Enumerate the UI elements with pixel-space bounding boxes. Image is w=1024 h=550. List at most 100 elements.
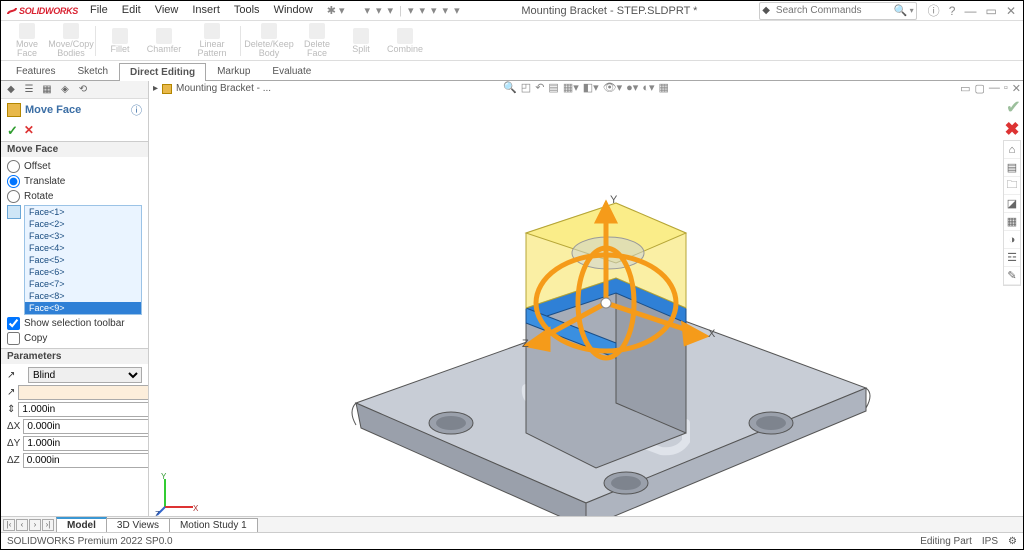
cmd-delete-body[interactable]: Delete/Keep Body bbox=[243, 23, 295, 58]
radio-rotate[interactable]: Rotate bbox=[7, 190, 142, 203]
tab-sketch[interactable]: Sketch bbox=[66, 62, 119, 80]
distance-input[interactable] bbox=[18, 402, 149, 417]
chk-copy[interactable]: Copy bbox=[7, 332, 142, 345]
status-bar: SOLIDWORKS Premium 2022 SP0.0 Editing Pa… bbox=[1, 532, 1023, 549]
save-icon[interactable]: ▾ bbox=[388, 4, 394, 17]
pm-help-icon[interactable]: ⓘ bbox=[131, 102, 142, 118]
menu-tools[interactable]: Tools bbox=[228, 2, 266, 19]
view-orient-icon[interactable]: ▦▾ bbox=[563, 81, 579, 94]
appearance-icon[interactable]: ●▾ bbox=[626, 81, 638, 94]
tab-nav-next-icon[interactable]: › bbox=[29, 519, 41, 531]
tab-nav-last-icon[interactable]: ›| bbox=[42, 519, 54, 531]
whatsnew-icon[interactable]: ? bbox=[946, 4, 959, 18]
btab-model[interactable]: Model bbox=[56, 517, 107, 532]
menu-view[interactable]: View bbox=[149, 2, 185, 19]
search-input[interactable] bbox=[772, 3, 892, 19]
menu-file[interactable]: File bbox=[84, 2, 114, 19]
radio-offset[interactable]: Offset bbox=[7, 160, 142, 173]
redo-icon[interactable]: ▾ bbox=[431, 4, 437, 17]
status-units[interactable]: IPS bbox=[982, 536, 998, 547]
cmd-fillet[interactable]: Fillet bbox=[98, 28, 142, 54]
bottom-tabs: |‹ ‹ › ›| Model 3D Views Motion Study 1 bbox=[1, 516, 1023, 532]
pm-tab-property-icon[interactable]: ☰ bbox=[22, 83, 36, 97]
list-item: Face<5> bbox=[25, 254, 141, 266]
menu-edit[interactable]: Edit bbox=[116, 2, 147, 19]
title-bar: SOLIDWORKS File Edit View Insert Tools W… bbox=[1, 1, 1023, 21]
menu-window[interactable]: Window bbox=[268, 2, 319, 19]
tab-direct-editing[interactable]: Direct Editing bbox=[119, 63, 206, 81]
model-svg: Y X Z bbox=[266, 103, 906, 523]
model-canvas[interactable]: Y X Z bbox=[149, 97, 1023, 529]
minimize-icon[interactable]: — bbox=[961, 4, 979, 18]
face-selection-list[interactable]: Face<1> Face<2> Face<3> Face<4> Face<5> … bbox=[24, 205, 142, 315]
cmd-move-copy-body[interactable]: Move/Copy Bodies bbox=[49, 23, 93, 58]
render-icon[interactable]: ▦ bbox=[659, 81, 669, 94]
zoom-area-icon[interactable]: ◰ bbox=[521, 81, 531, 94]
graphics-viewport[interactable]: ▸ Mounting Bracket - ... 🔍 ◰ ↶ ▤ ▦▾ ◧▾ 👁… bbox=[149, 81, 1023, 529]
tab-features[interactable]: Features bbox=[5, 62, 66, 80]
cancel-button[interactable]: ✕ bbox=[24, 123, 34, 139]
win-max-icon[interactable]: ▫ bbox=[1004, 82, 1008, 95]
tab-markup[interactable]: Markup bbox=[206, 62, 261, 80]
rebuild-icon[interactable]: ▾ bbox=[443, 4, 449, 17]
win-restore-icon[interactable]: ▭ bbox=[960, 82, 970, 95]
win-pin-icon[interactable]: ▢ bbox=[974, 82, 984, 95]
cmd-delete-face[interactable]: Delete Face bbox=[295, 23, 339, 58]
menu-bar: File Edit View Insert Tools Window ✱ ▾ bbox=[84, 2, 350, 19]
status-version: SOLIDWORKS Premium 2022 SP0.0 bbox=[7, 536, 173, 547]
menu-insert[interactable]: Insert bbox=[186, 2, 226, 19]
maximize-icon[interactable]: ▭ bbox=[983, 4, 1000, 18]
section-icon[interactable]: ▤ bbox=[548, 81, 558, 94]
undo-icon[interactable]: ▾ bbox=[419, 4, 425, 17]
menu-more-icon[interactable]: ✱ ▾ bbox=[321, 2, 351, 19]
pm-tab-dim-icon[interactable]: ⟲ bbox=[76, 83, 90, 97]
display-style-icon[interactable]: ◧▾ bbox=[583, 81, 599, 94]
cmd-move-face[interactable]: Move Face bbox=[5, 23, 49, 58]
pm-tab-display-icon[interactable]: ◈ bbox=[58, 83, 72, 97]
accept-button[interactable]: ✓ bbox=[7, 123, 18, 139]
chk-show-selection-toolbar[interactable]: Show selection toolbar bbox=[7, 317, 142, 330]
face-selection-icon[interactable] bbox=[7, 205, 21, 219]
dx-input[interactable] bbox=[23, 419, 149, 434]
orientation-triad[interactable]: Y X Z bbox=[155, 471, 201, 517]
pm-section-parameters[interactable]: Parameters bbox=[1, 349, 148, 364]
win-min-icon[interactable]: — bbox=[989, 82, 1000, 95]
search-target-icon[interactable]: ◆ bbox=[762, 5, 770, 16]
pm-section-moveface[interactable]: Move Face bbox=[1, 142, 148, 157]
svg-text:Y: Y bbox=[161, 472, 167, 481]
status-gear-icon[interactable]: ⚙ bbox=[1008, 536, 1017, 547]
direction-ref-input[interactable] bbox=[18, 385, 149, 400]
help-icon[interactable]: ⓘ bbox=[925, 4, 943, 18]
close-icon[interactable]: ✕ bbox=[1003, 4, 1019, 18]
btab-motion-study[interactable]: Motion Study 1 bbox=[169, 518, 258, 532]
win-close-icon[interactable]: ✕ bbox=[1012, 82, 1021, 95]
breadcrumb[interactable]: ▸ Mounting Bracket - ... bbox=[153, 83, 271, 94]
pm-tab-config-icon[interactable]: ▦ bbox=[40, 83, 54, 97]
cmd-combine[interactable]: Combine bbox=[383, 28, 427, 54]
tab-nav-prev-icon[interactable]: ‹ bbox=[16, 519, 28, 531]
zoom-fit-icon[interactable]: 🔍 bbox=[503, 81, 517, 94]
heads-up-toolbar: 🔍 ◰ ↶ ▤ ▦▾ ◧▾ 👁▾ ●▾ ◐▾ ▦ bbox=[503, 81, 669, 94]
dy-input[interactable] bbox=[23, 436, 149, 451]
hide-show-icon[interactable]: 👁▾ bbox=[603, 81, 623, 94]
cmd-linear-pattern[interactable]: Linear Pattern bbox=[186, 23, 238, 58]
tab-evaluate[interactable]: Evaluate bbox=[261, 62, 322, 80]
search-icon[interactable]: 🔍 bbox=[894, 4, 908, 17]
print-icon[interactable]: ▾ bbox=[408, 4, 414, 17]
svg-text:X: X bbox=[708, 328, 716, 340]
move-face-icon bbox=[7, 103, 21, 117]
pm-tab-feature-tree-icon[interactable]: ◆ bbox=[4, 83, 18, 97]
end-condition-select[interactable]: Blind bbox=[28, 367, 142, 383]
dz-input[interactable] bbox=[23, 453, 149, 468]
open-icon[interactable]: ▾ bbox=[376, 4, 382, 17]
end-condition-icon: ↗ bbox=[7, 370, 25, 381]
radio-translate[interactable]: Translate bbox=[7, 175, 142, 188]
tab-nav-first-icon[interactable]: |‹ bbox=[3, 519, 15, 531]
prev-view-icon[interactable]: ↶ bbox=[535, 81, 544, 94]
cmd-chamfer[interactable]: Chamfer bbox=[142, 28, 186, 54]
new-icon[interactable]: ▾ bbox=[364, 4, 370, 17]
cmd-split[interactable]: Split bbox=[339, 28, 383, 54]
status-mode: Editing Part bbox=[920, 536, 972, 547]
scene-icon[interactable]: ◐▾ bbox=[642, 81, 654, 94]
btab-3dviews[interactable]: 3D Views bbox=[106, 518, 170, 532]
